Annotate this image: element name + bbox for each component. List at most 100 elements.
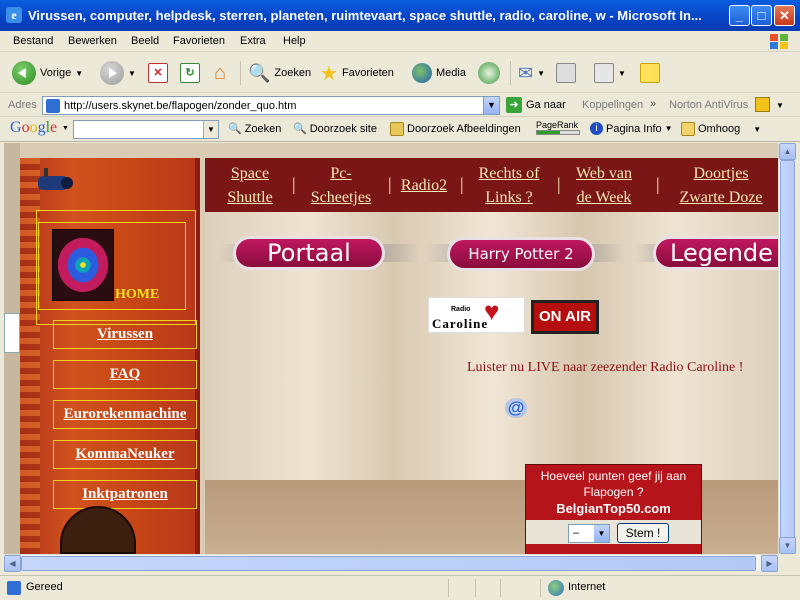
nav-link-line: Shuttle [227, 189, 273, 206]
home-label[interactable]: HOME [115, 287, 159, 303]
vote-site[interactable]: BelgianTop50.com [526, 501, 701, 516]
nav-eurorekenmachine[interactable]: Eurorekenmachine [53, 400, 197, 429]
links-toolbar[interactable]: Koppelingen [582, 99, 643, 111]
chevron-down-icon[interactable]: ▼ [483, 97, 499, 114]
stop-button[interactable]: ✕ [148, 59, 168, 87]
banner-harry-potter[interactable]: Harry Potter 2 [447, 237, 595, 271]
search-site-button[interactable]: 🔍 Doorzoek site [293, 122, 377, 136]
banner-legende[interactable]: Legende [653, 236, 778, 270]
chevron-down-icon[interactable]: ▼ [537, 69, 545, 78]
favorites-button[interactable]: ★ Favorieten [320, 59, 394, 87]
address-bar: Adres http://users.skynet.be/flapogen/zo… [0, 94, 800, 117]
address-input[interactable]: http://users.skynet.be/flapogen/zonder_q… [42, 96, 500, 115]
chevron-down-icon[interactable]: ▼ [776, 101, 784, 110]
google-search-button[interactable]: 🔍 Zoeken [228, 122, 281, 136]
go-button[interactable]: ➜ Ga naar [506, 97, 566, 113]
vertical-scrollbar[interactable]: ▲ ▼ [778, 143, 796, 554]
page-icon [46, 99, 60, 113]
google-logo[interactable]: Google [10, 119, 57, 137]
chevron-down-icon[interactable]: ▼ [75, 69, 83, 78]
pagerank-meter[interactable]: PageRank [536, 120, 580, 135]
chevron-down-icon[interactable]: ▼ [203, 121, 218, 138]
media-button[interactable]: Media [412, 59, 466, 87]
menu-beeld[interactable]: Beeld [131, 35, 159, 47]
scroll-down-button[interactable]: ▼ [779, 537, 796, 554]
folder-up-icon [681, 122, 695, 136]
search-images-button[interactable]: Doorzoek Afbeeldingen [390, 122, 521, 136]
print-button[interactable] [556, 59, 576, 87]
nav-pc-scheetjes[interactable]: Pc- Scheetjes [301, 162, 381, 210]
horizontal-scrollbar[interactable]: ◀ ▶ [4, 554, 778, 572]
address-url[interactable]: http://users.skynet.be/flapogen/zonder_q… [64, 100, 296, 112]
mail-button[interactable]: ✉ ▼ [518, 59, 545, 87]
page-info-button[interactable]: i Pagina Info ▼ [590, 122, 673, 135]
home-button[interactable]: ⌂ [210, 59, 230, 87]
chevron-down-icon[interactable]: ▼ [128, 69, 136, 78]
scroll-left-button[interactable]: ◀ [4, 555, 21, 572]
search-button[interactable]: 🔍 Zoeken [248, 59, 311, 87]
nav-virussen[interactable]: Virussen [53, 320, 197, 349]
maximize-button[interactable]: □ [751, 5, 772, 26]
radio-caroline-logo[interactable]: Radio ♥ Caroline [428, 297, 525, 333]
norton-icon[interactable] [755, 97, 770, 112]
refresh-button[interactable]: ↻ [180, 59, 200, 87]
status-divider [500, 579, 501, 597]
messenger-button[interactable] [640, 59, 660, 87]
nav-doortjes-zwarte-doze[interactable]: Doortjes Zwarte Doze [669, 162, 773, 210]
email-at-icon[interactable]: @ [505, 398, 527, 418]
nav-radio2[interactable]: Radio2 [396, 174, 452, 198]
minimize-button[interactable]: _ [729, 5, 750, 26]
google-search-input[interactable]: ▼ [73, 120, 219, 139]
note-icon [640, 63, 660, 83]
pagerank-label: PageRank [536, 120, 579, 130]
close-button[interactable]: ✕ [774, 5, 795, 26]
chevron-down-icon[interactable]: ▼ [753, 125, 761, 134]
nav-web-van-de-week[interactable]: Web van de Week [567, 162, 641, 210]
menu-help[interactable]: Help [283, 35, 306, 47]
up-button[interactable]: Omhoog ▼ [681, 122, 761, 136]
virus-logo-icon[interactable] [52, 229, 114, 301]
menu-bestand[interactable]: Bestand [13, 35, 53, 47]
on-air-badge[interactable]: ON AIR [531, 300, 599, 334]
menu-favorieten[interactable]: Favorieten [173, 35, 225, 47]
chevron-down-icon[interactable]: ▼ [665, 124, 673, 133]
security-camera-icon [38, 168, 73, 190]
nav-link-line: Web van [575, 165, 633, 182]
scroll-right-button[interactable]: ▶ [761, 555, 778, 572]
chevron-down-icon[interactable]: ▼ [594, 525, 609, 542]
chevron-right-icon[interactable]: » [650, 98, 656, 110]
horizontal-scroll-thumb[interactable] [21, 556, 756, 571]
chevron-down-icon[interactable]: ▼ [618, 69, 626, 78]
vote-select[interactable]: – ▼ [568, 524, 610, 543]
side-panel-tab[interactable] [4, 313, 20, 353]
menu-extra[interactable]: Extra [240, 35, 266, 47]
nav-space-shuttle[interactable]: Space Shuttle [215, 162, 285, 210]
menu-bewerken[interactable]: Bewerken [68, 35, 117, 47]
vote-submit-button[interactable]: Stem ! [617, 523, 669, 543]
scroll-up-button[interactable]: ▲ [779, 143, 796, 160]
back-button[interactable]: Vorige ▼ [12, 59, 83, 87]
vote-question: Hoeveel punten geef jij aan Flapogen ? [540, 469, 687, 499]
stop-icon: ✕ [148, 63, 168, 83]
edit-button[interactable]: ▼ [594, 59, 626, 87]
nav-kommaneuker[interactable]: KommaNeuker [53, 440, 197, 469]
search-site-icon: 🔍 [293, 123, 307, 135]
nav-rechts-of-links[interactable]: Rechts of Links ? [469, 162, 549, 210]
up-label: Omhoog [698, 123, 741, 135]
home-icon: ⌂ [213, 62, 227, 84]
forward-button[interactable]: ▼ [100, 59, 136, 87]
ie-icon: e [6, 7, 22, 23]
vertical-scroll-thumb[interactable] [780, 160, 795, 540]
page-viewport: HOME Virussen FAQ Eurorekenmachine Komma… [4, 143, 778, 554]
back-arrow-icon [12, 61, 36, 85]
history-button[interactable] [478, 59, 500, 87]
nav-faq[interactable]: FAQ [53, 360, 197, 389]
search-site-label: Doorzoek site [309, 122, 377, 135]
edit-page-icon [594, 63, 614, 83]
nav-inktpatronen[interactable]: Inktpatronen [53, 480, 197, 509]
menu-bar: Bestand Bewerken Beeld Favorieten Extra … [0, 31, 800, 52]
chevron-down-icon[interactable]: ▼ [62, 125, 69, 132]
page-info-label: Pagina Info [606, 122, 662, 135]
norton-antivirus[interactable]: Norton AntiVirus [669, 99, 748, 111]
banner-portaal[interactable]: Portaal [233, 236, 385, 270]
